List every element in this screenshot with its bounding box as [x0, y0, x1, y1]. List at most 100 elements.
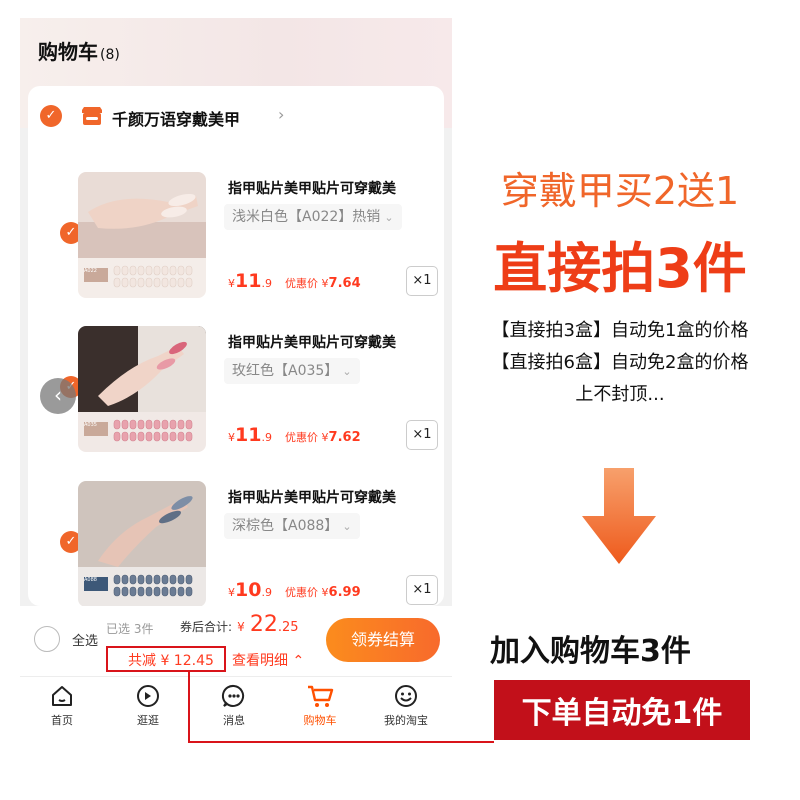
- cart-count: (8): [100, 47, 120, 63]
- currency-symbol: ¥: [228, 277, 235, 290]
- promo-note: 上不封顶...: [575, 384, 665, 405]
- tab-message[interactable]: 消息: [194, 683, 274, 733]
- product-image[interactable]: A088: [78, 481, 206, 607]
- currency-symbol: ¥: [237, 620, 245, 634]
- chevron-right-icon: ›: [278, 105, 285, 124]
- currency-symbol: ¥: [321, 277, 329, 290]
- tab-label: 购物车: [303, 714, 337, 727]
- item-spec: 玫红色【A035】: [232, 363, 339, 379]
- page: 购物车 (8) ✓ 千颜万语穿戴美甲 › ✓ A022 指甲贴片美甲贴片可穿戴美…: [0, 0, 800, 800]
- down-arrow-icon: [582, 468, 656, 564]
- annotation-line: [188, 672, 190, 742]
- hand-photo: [78, 481, 206, 567]
- item-price: ¥10.9 优惠价 ¥6.99: [228, 579, 361, 601]
- shop-card: ✓ 千颜万语穿戴美甲 › ✓ A022 指甲贴片美甲贴片可穿戴美 浅米白色【A0…: [28, 86, 444, 607]
- price-int: 10: [235, 579, 262, 601]
- discount-value: 7.62: [328, 430, 361, 445]
- item-spec: 浅米白色【A022】热销: [232, 209, 381, 225]
- tab-home[interactable]: 首页: [22, 683, 102, 733]
- promo-note: 【直接拍6盒】自动免2盒的价格: [491, 352, 749, 373]
- discount-price: 优惠价 ¥7.64: [285, 276, 361, 291]
- page-title: 购物车 (8): [38, 36, 120, 65]
- item-price: ¥11.9 优惠价 ¥7.64: [228, 270, 361, 292]
- shop-icon: [82, 107, 102, 125]
- promo-headline: 穿戴甲买2送1: [500, 169, 740, 213]
- chevron-down-icon: ⌄: [342, 365, 352, 378]
- cart-item: ✓: [28, 326, 444, 466]
- profile-icon: [395, 685, 417, 707]
- promo-subheadline: 直接拍3件: [493, 237, 747, 300]
- shop-header[interactable]: ✓ 千颜万语穿戴美甲 ›: [28, 100, 444, 132]
- shop-name: 千颜万语穿戴美甲: [112, 110, 241, 129]
- cart-item: ✓: [28, 172, 444, 312]
- quantity-button[interactable]: ×1: [406, 420, 438, 450]
- currency-symbol: ¥: [228, 586, 235, 599]
- total-price: 券后合计: ¥ 22.25: [180, 612, 299, 637]
- quantity-button[interactable]: ×1: [406, 575, 438, 605]
- item-title[interactable]: 指甲贴片美甲贴片可穿戴美: [228, 332, 396, 352]
- view-detail-link[interactable]: 查看明细 ⌃: [232, 650, 304, 670]
- tab-cart[interactable]: 购物车: [280, 683, 360, 733]
- tab-profile[interactable]: 我的淘宝: [366, 683, 446, 733]
- price-int: 11: [235, 424, 262, 446]
- select-all-radio[interactable]: [34, 626, 60, 652]
- item-spec-selector[interactable]: 玫红色【A035】 ⌄: [224, 358, 360, 384]
- item-price: ¥11.9 优惠价 ¥7.62: [228, 424, 361, 446]
- checkout-bar: 全选 已选 3件 券后合计: ¥ 22.25 共减 ¥ 12.45 查看明细 ⌃…: [20, 606, 452, 676]
- product-code-tag: A035: [84, 422, 108, 436]
- discount-label: 优惠价: [285, 586, 319, 599]
- checkout-button[interactable]: 领券结算: [326, 618, 440, 662]
- item-spec: 深棕色【A088】: [232, 518, 339, 534]
- product-image[interactable]: A022: [78, 172, 206, 298]
- tab-label: 首页: [51, 714, 73, 727]
- browse-icon: [137, 685, 159, 707]
- total-int: 22: [249, 612, 278, 637]
- discount-price: 优惠价 ¥7.62: [285, 430, 361, 445]
- message-icon: [221, 684, 245, 707]
- discount-value: 7.64: [328, 276, 361, 291]
- quantity-button[interactable]: ×1: [406, 266, 438, 296]
- currency-symbol: ¥: [228, 431, 235, 444]
- hand-photo: [78, 326, 206, 412]
- phone-screen: 购物车 (8) ✓ 千颜万语穿戴美甲 › ✓ A022 指甲贴片美甲贴片可穿戴美…: [20, 18, 452, 736]
- add-to-cart-caption: 加入购物车3件: [490, 634, 691, 669]
- discount-value: 6.99: [328, 585, 361, 600]
- item-spec-selector[interactable]: 浅米白色【A022】热销 ⌄: [224, 204, 402, 230]
- total-dec: .25: [277, 620, 299, 635]
- item-title[interactable]: 指甲贴片美甲贴片可穿戴美: [228, 178, 396, 198]
- currency-symbol: ¥: [321, 431, 329, 444]
- tab-browse[interactable]: 逛逛: [108, 683, 188, 733]
- hand-photo: [78, 172, 206, 258]
- cart-title-text: 购物车: [38, 40, 98, 64]
- item-spec-selector[interactable]: 深棕色【A088】 ⌄: [224, 513, 360, 539]
- back-icon[interactable]: ‹: [40, 378, 76, 414]
- tab-label: 我的淘宝: [384, 714, 428, 727]
- nail-set-icon: [113, 574, 193, 597]
- price-dec: .9: [261, 586, 272, 599]
- select-all-label[interactable]: 全选: [72, 630, 98, 649]
- saved-amount: 共减 ¥ 12.45: [128, 653, 214, 669]
- chevron-down-icon: ⌄: [342, 520, 352, 533]
- cart-icon: [308, 685, 334, 707]
- nail-set-icon: [113, 265, 193, 288]
- product-code-tag: A022: [84, 268, 108, 282]
- nail-set-icon: [113, 419, 193, 442]
- auto-free-text: 下单自动免1件: [521, 696, 723, 731]
- item-title[interactable]: 指甲贴片美甲贴片可穿戴美: [228, 487, 396, 507]
- cart-item: ✓: [28, 481, 444, 621]
- price-dec: .9: [261, 277, 272, 290]
- annotation-line: [188, 741, 494, 743]
- tab-bar: 首页 逛逛 消息 购物车 我的淘宝: [20, 676, 452, 736]
- shop-checkbox[interactable]: ✓: [40, 105, 62, 127]
- price-dec: .9: [261, 431, 272, 444]
- product-code-tag: A088: [84, 577, 108, 591]
- product-image[interactable]: A035: [78, 326, 206, 452]
- discount-label: 优惠价: [285, 431, 319, 444]
- chevron-down-icon: ⌄: [384, 211, 394, 224]
- home-icon: [52, 686, 72, 706]
- selected-count: 已选 3件: [106, 622, 154, 636]
- tab-label: 逛逛: [137, 714, 159, 727]
- price-int: 11: [235, 270, 262, 292]
- total-label: 券后合计:: [180, 620, 233, 634]
- tab-label: 消息: [223, 714, 245, 727]
